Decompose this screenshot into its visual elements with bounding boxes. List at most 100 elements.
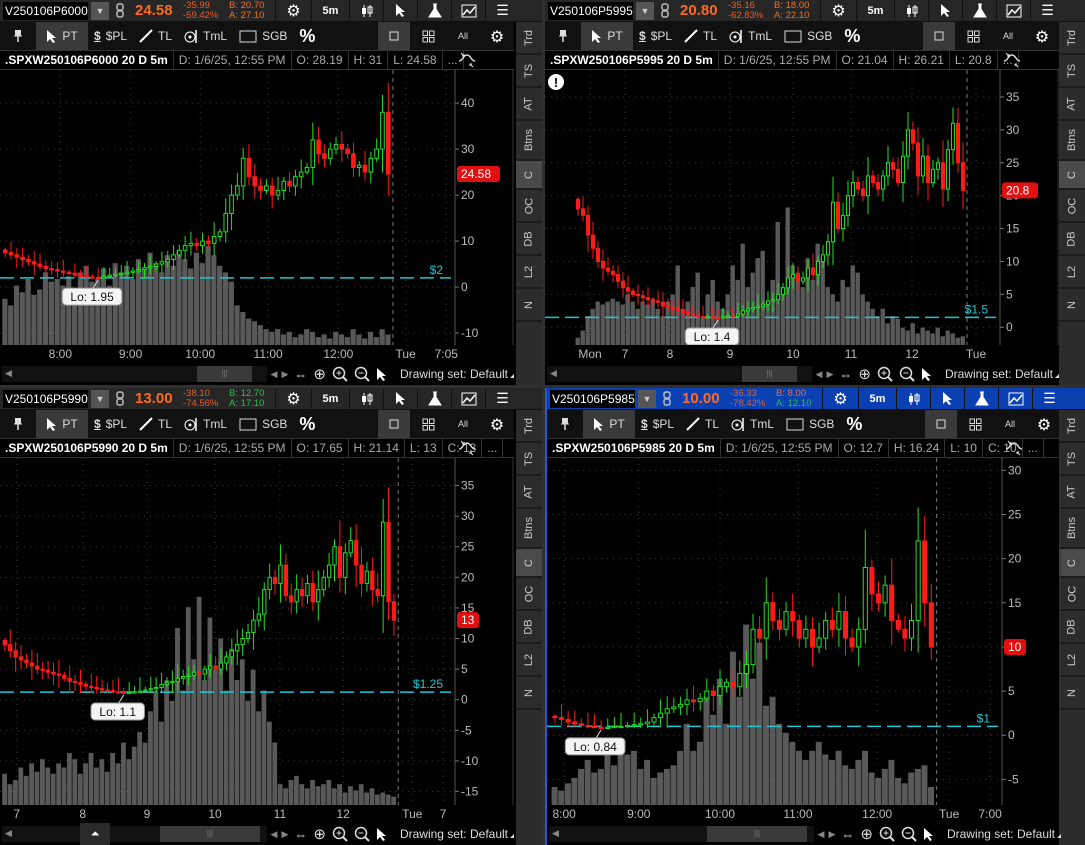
link-icon[interactable] xyxy=(109,391,131,406)
scroll-thumb[interactable]: ||| xyxy=(742,366,797,382)
scroll-thumb[interactable]: ||| xyxy=(197,366,252,382)
scroll-prev-icon[interactable]: ◀ xyxy=(271,829,278,840)
zoom-out-icon[interactable] xyxy=(899,366,915,382)
chart-settings-gear-icon[interactable]: ⚙ xyxy=(820,0,856,22)
symbol-dropdown-button[interactable]: ▼ xyxy=(91,389,109,408)
tab-ts[interactable]: TS xyxy=(1059,55,1085,88)
expand-horizontal-icon[interactable]: ⇔ xyxy=(294,367,307,382)
chart-settings-gear-icon[interactable]: ⚙ xyxy=(822,388,858,410)
single-layout-icon[interactable] xyxy=(378,22,410,50)
tab-trd[interactable]: Trd xyxy=(1059,22,1085,55)
menu-icon[interactable]: ☰ xyxy=(485,388,519,410)
drawings-icon[interactable] xyxy=(998,388,1032,410)
tab-oc[interactable]: OC xyxy=(1059,578,1085,611)
tab-c[interactable]: C xyxy=(516,161,542,190)
tab-btns[interactable]: Btns xyxy=(516,509,542,549)
zoom-in-icon[interactable] xyxy=(879,826,895,842)
price-chart[interactable]: $1.5Lo: 1.4!3530252015105020.8 xyxy=(545,70,1059,346)
tab-ts[interactable]: TS xyxy=(1059,443,1085,476)
percent-tool-button[interactable]: % xyxy=(293,410,321,438)
toolbar-gear-icon[interactable]: ⚙ xyxy=(1027,410,1061,438)
tab-l2[interactable]: L2 xyxy=(516,644,542,677)
link-icon[interactable] xyxy=(654,3,676,18)
pin-icon[interactable] xyxy=(0,410,36,438)
scroll-next-icon[interactable]: ▶ xyxy=(281,829,288,840)
pointer-icon[interactable] xyxy=(923,827,935,842)
expand-panel-button[interactable]: ⏶ xyxy=(80,823,110,845)
expand-horizontal-icon[interactable]: ⇔ xyxy=(294,827,307,842)
zoom-out-icon[interactable] xyxy=(354,366,370,382)
scroll-next-icon[interactable]: ▶ xyxy=(828,829,835,840)
pointer-tool-button[interactable]: PT xyxy=(36,410,88,438)
scroll-left-arrow[interactable]: ◀ xyxy=(552,828,559,839)
tab-at[interactable]: AT xyxy=(516,88,542,121)
trendline-tool-button[interactable]: TL xyxy=(133,410,178,438)
grid-layout-icon[interactable] xyxy=(410,410,446,438)
trendline-tool-button[interactable]: TL xyxy=(133,22,178,50)
horizontal-scrollbar[interactable]: ◀ ||| xyxy=(2,366,267,382)
tab-n[interactable]: N xyxy=(516,289,542,322)
tab-oc[interactable]: OC xyxy=(1059,190,1085,223)
scroll-left-arrow[interactable]: ◀ xyxy=(5,828,12,839)
compress-icon[interactable] xyxy=(458,52,476,71)
horizontal-scrollbar[interactable]: ◀ ||| xyxy=(549,826,814,842)
price-level-tool-button[interactable]: $ $PL xyxy=(88,410,133,438)
zoom-out-icon[interactable] xyxy=(901,826,917,842)
toolbar-gear-icon[interactable]: ⚙ xyxy=(480,22,514,50)
price-chart[interactable]: $1Lo: 0.84302520151050-510 xyxy=(547,458,1061,805)
drawing-set-selector[interactable]: Drawing set: Default xyxy=(400,367,514,381)
sgb-tool-button[interactable]: SGB xyxy=(778,22,838,50)
zoom-in-icon[interactable] xyxy=(332,366,348,382)
drawings-icon[interactable] xyxy=(996,0,1030,22)
percent-tool-button[interactable]: % xyxy=(840,410,868,438)
price-chart[interactable]: $2 Lo: 1.95 40 30 20 10 0 -10 24.58 xyxy=(0,70,514,345)
tab-n[interactable]: N xyxy=(1059,677,1085,710)
toolbar-gear-icon[interactable]: ⚙ xyxy=(480,410,514,438)
scroll-next-icon[interactable]: ▶ xyxy=(281,369,288,380)
symbol-dropdown-button[interactable]: ▼ xyxy=(91,1,109,20)
menu-icon[interactable]: ☰ xyxy=(1030,0,1064,22)
single-layout-icon[interactable] xyxy=(378,410,410,438)
tab-l2[interactable]: L2 xyxy=(1059,644,1085,677)
tab-at[interactable]: AT xyxy=(1059,88,1085,121)
zoom-in-icon[interactable] xyxy=(877,366,893,382)
tab-btns[interactable]: Btns xyxy=(1059,121,1085,161)
pin-icon[interactable] xyxy=(545,22,581,50)
sgb-tool-button[interactable]: SGB xyxy=(233,22,293,50)
crosshair-icon[interactable]: ⊕ xyxy=(860,825,873,843)
all-button[interactable]: All xyxy=(446,410,480,438)
chart-style-candle-icon[interactable] xyxy=(894,0,928,22)
pointer-tool-button[interactable]: PT xyxy=(583,410,635,438)
symbol-input[interactable]: V250106P5985 xyxy=(550,389,635,408)
expand-horizontal-icon[interactable]: ⇔ xyxy=(839,367,852,382)
pointer-icon[interactable] xyxy=(376,367,388,382)
drawing-set-selector[interactable]: Drawing set: Default xyxy=(945,367,1059,381)
tab-trd[interactable]: Trd xyxy=(516,410,542,443)
symbol-dropdown-button[interactable]: ▼ xyxy=(636,1,654,20)
tab-at[interactable]: AT xyxy=(1059,476,1085,509)
symbol-input[interactable]: V250106P5995 xyxy=(548,1,633,20)
info-more[interactable]: ... xyxy=(1023,438,1044,458)
single-layout-icon[interactable] xyxy=(925,410,957,438)
chart-settings-gear-icon[interactable]: ⚙ xyxy=(275,0,311,22)
price-level-tool-button[interactable]: $ $PL xyxy=(88,22,133,50)
interval-button[interactable]: 5m xyxy=(856,0,894,22)
studies-flask-icon[interactable] xyxy=(417,388,451,410)
tab-btns[interactable]: Btns xyxy=(516,121,542,161)
studies-flask-icon[interactable] xyxy=(964,388,998,410)
tab-trd[interactable]: Trd xyxy=(1059,410,1085,443)
link-icon[interactable] xyxy=(109,3,131,18)
interval-button[interactable]: 5m xyxy=(311,0,349,22)
grid-layout-icon[interactable] xyxy=(955,22,991,50)
interval-button[interactable]: 5m xyxy=(858,388,896,410)
timeline-tool-button[interactable]: TmL xyxy=(178,22,233,50)
scroll-prev-icon[interactable]: ◀ xyxy=(818,829,825,840)
scroll-prev-icon[interactable]: ◀ xyxy=(271,369,278,380)
toolbar-gear-icon[interactable]: ⚙ xyxy=(1025,22,1059,50)
single-layout-icon[interactable] xyxy=(923,22,955,50)
tab-db[interactable]: DB xyxy=(516,223,542,256)
trendline-tool-button[interactable]: TL xyxy=(678,22,723,50)
drawing-set-selector[interactable]: Drawing set: Default xyxy=(947,827,1061,841)
pointer-icon[interactable] xyxy=(376,827,388,842)
compress-icon[interactable] xyxy=(1003,52,1021,71)
